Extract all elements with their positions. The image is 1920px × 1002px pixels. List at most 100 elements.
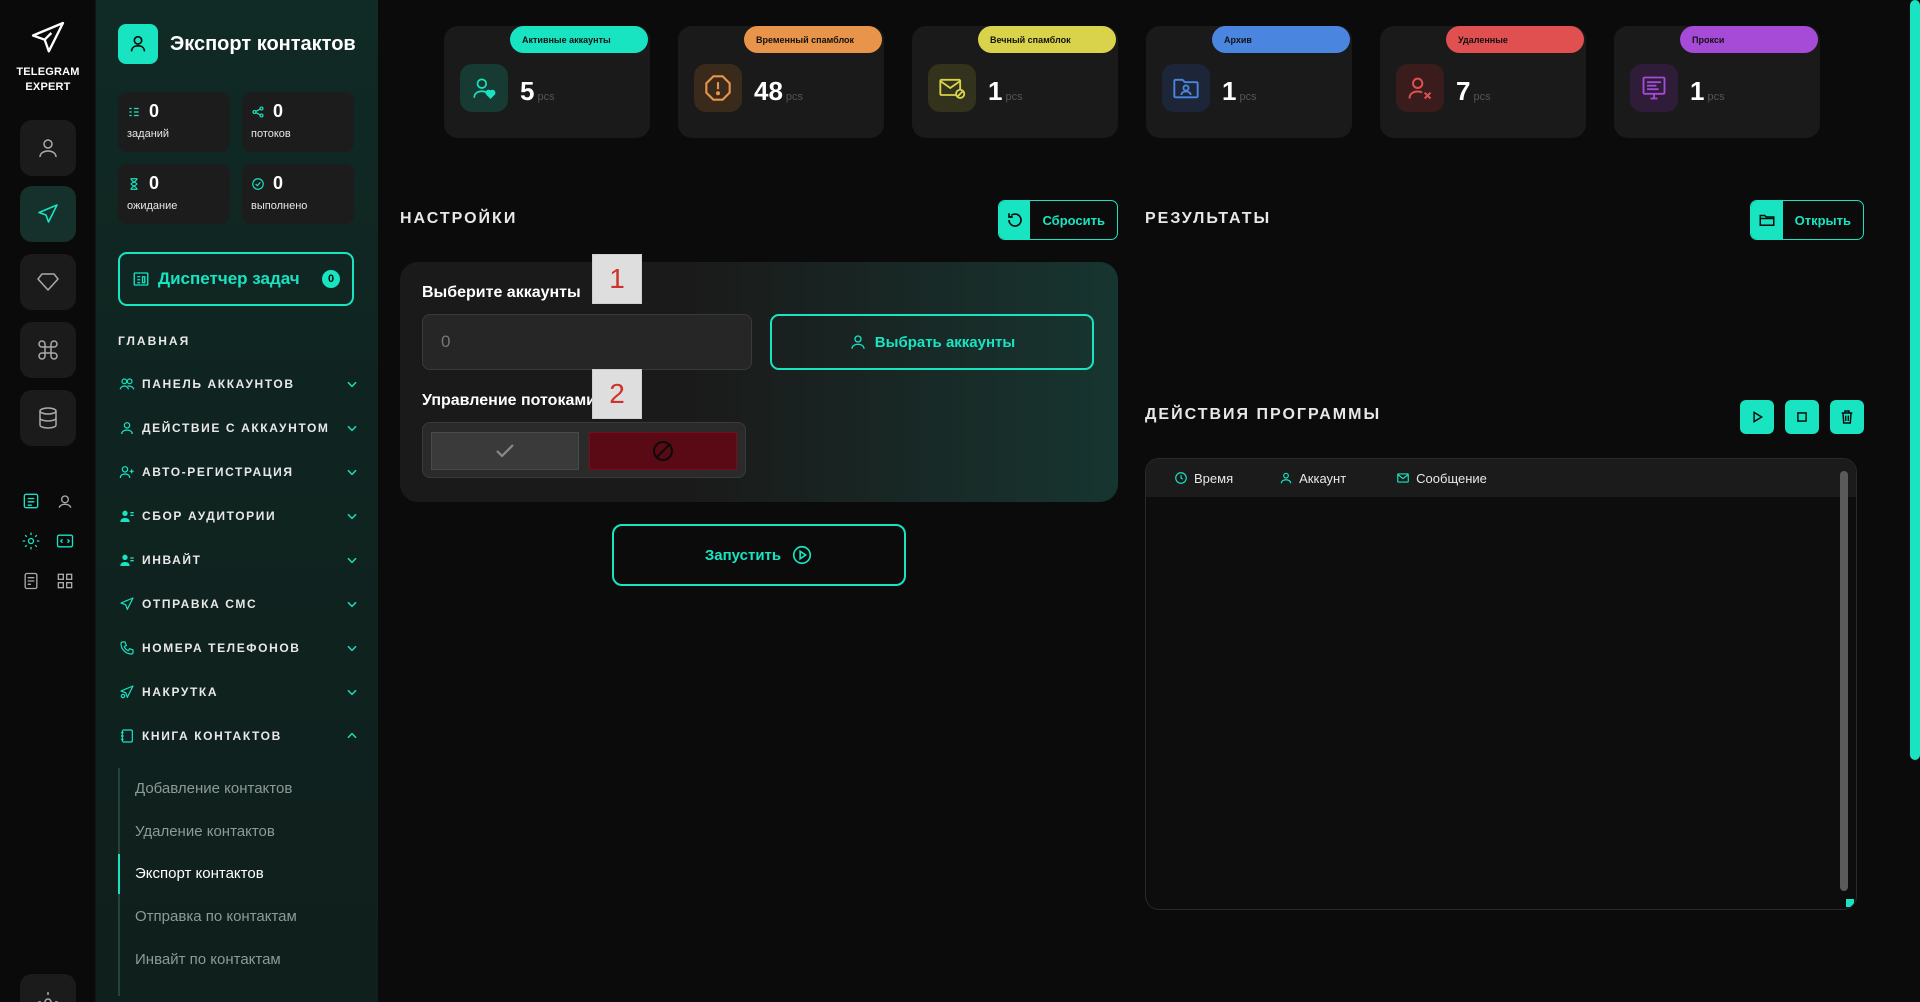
log-resize-handle[interactable] [1846, 899, 1854, 907]
submenu-item[interactable]: Удаление контактов [135, 823, 275, 840]
phone-icon [118, 639, 136, 657]
card-deleted[interactable]: Удаленные 7 pcs [1380, 26, 1586, 138]
share-icon [252, 105, 264, 118]
menu-accounts-panel[interactable]: ПАНЕЛЬ АККАУНТОВ [118, 372, 360, 396]
rail-grid-mini[interactable] [54, 570, 76, 592]
submenu-item[interactable]: Отправка по контактам [135, 908, 297, 925]
menu-invite[interactable]: ИНВАЙТ [118, 548, 360, 572]
user-icon [39, 139, 57, 158]
submenu-item-active[interactable]: Экспорт контактов [135, 865, 264, 882]
rail-accounts-button[interactable] [20, 120, 76, 176]
rail-tasks-mini[interactable] [20, 490, 42, 512]
open-results-button[interactable]: Открыть [1750, 200, 1864, 240]
card-value: 1 pcs [988, 76, 1023, 106]
stat-value: 0 [149, 101, 160, 121]
rail-database-button[interactable] [20, 390, 76, 446]
users-icon [118, 375, 136, 393]
card-permanent-spamblock[interactable]: Вечный спамблок 1 pcs [912, 26, 1118, 138]
chevron-up-icon [344, 728, 360, 744]
card-proxy[interactable]: Прокси 1 pcs [1614, 26, 1820, 138]
mail-icon [1397, 473, 1410, 483]
stat-value: 0 [273, 101, 284, 121]
diamond-icon [37, 273, 59, 291]
submenu-active-bar [118, 854, 120, 894]
app-logo[interactable]: TELEGRAM EXPERT [0, 18, 96, 95]
task-dispatcher-button[interactable]: Диспетчер задач 0 [118, 252, 354, 306]
dispatcher-badge: 0 [322, 270, 340, 288]
ban-icon [653, 441, 673, 461]
proxy-icon [1630, 64, 1678, 112]
threads-toggle [422, 422, 746, 478]
threads-enable-button[interactable] [431, 432, 579, 470]
choose-accounts-button[interactable]: Выбрать аккаунты [770, 314, 1094, 370]
stat-done: 0 выполнено [242, 164, 354, 224]
menu-label: ИНВАЙТ [142, 553, 202, 567]
card-active-accounts[interactable]: Активные аккаунты 5 pcs [444, 26, 650, 138]
log-scrollbar[interactable] [1840, 471, 1848, 891]
gear-icon [22, 532, 40, 550]
card-value: 5 pcs [520, 76, 555, 106]
invite-icon [118, 551, 136, 569]
threads-disable-button[interactable] [589, 432, 737, 470]
reset-button[interactable]: Сбросить [998, 200, 1118, 240]
chevron-down-icon [344, 420, 360, 436]
menu-boost[interactable]: НАКРУТКА [118, 680, 360, 704]
accounts-count-field[interactable]: 0 [422, 314, 752, 370]
rail-code-mini[interactable] [54, 530, 76, 552]
tasks-icon [129, 107, 139, 116]
chevron-down-icon [344, 640, 360, 656]
logo-line2: EXPERT [25, 81, 71, 93]
card-pill: Вечный спамблок [978, 26, 1116, 53]
menu-label: ПАНЕЛЬ АККАУНТОВ [142, 377, 295, 391]
submenu-item[interactable]: Инвайт по контактам [135, 951, 281, 968]
card-pill: Удаленные [1446, 26, 1584, 53]
card-value: 1 pcs [1690, 76, 1725, 106]
logo-line1: TELEGRAM [16, 66, 80, 78]
log-header: Время Аккаунт Сообщение [1146, 459, 1856, 497]
note-icon [24, 572, 38, 590]
rail-bottom-settings-button[interactable] [20, 974, 76, 1002]
card-value: 48 pcs [754, 76, 804, 106]
accounts-label: Выберите аккаунты [422, 284, 581, 301]
run-label: Запустить [704, 546, 782, 564]
menu-audience-collection[interactable]: СБОР АУДИТОРИИ [118, 504, 360, 528]
marker-1: 1 [592, 254, 642, 304]
rail-profile-mini[interactable] [54, 490, 76, 512]
submenu-item[interactable]: Добавление контактов [135, 780, 292, 797]
icon-rail: TELEGRAM EXPERT [0, 0, 96, 1002]
page-scrollbar[interactable] [1910, 0, 1920, 760]
clear-log-button[interactable] [1830, 400, 1864, 434]
rail-premium-button[interactable] [20, 254, 76, 310]
chevron-down-icon [344, 684, 360, 700]
menu-label: НОМЕРА ТЕЛЕФОНОВ [142, 641, 301, 655]
card-archive[interactable]: Архив 1 pcs [1146, 26, 1352, 138]
menu-label: НАКРУТКА [142, 685, 219, 699]
choose-accounts-label: Выбрать аккаунты [874, 333, 1016, 351]
rail-settings-mini[interactable] [20, 530, 42, 552]
trash-icon [1841, 410, 1853, 424]
menu-phone-numbers[interactable]: НОМЕРА ТЕЛЕФОНОВ [118, 636, 360, 660]
card-value: 1 pcs [1222, 76, 1257, 106]
menu-send-sms[interactable]: ОТПРАВКА СМС [118, 592, 360, 616]
threads-label: Управление потоками [422, 392, 597, 409]
section-heading: ГЛАВНАЯ [118, 334, 191, 348]
sidebar: Экспорт контактов 0 заданий 0 потоков 0 … [96, 0, 378, 1002]
log-col-account[interactable]: Аккаунт [1279, 471, 1346, 486]
card-temp-spamblock[interactable]: Временный спамблок 48 pcs [678, 26, 884, 138]
run-button[interactable]: Запустить [612, 524, 906, 586]
rail-telegram-button[interactable] [20, 186, 76, 242]
play-button[interactable] [1740, 400, 1774, 434]
menu-contact-book[interactable]: КНИГА КОНТАКТОВ [118, 724, 360, 748]
chevron-down-icon [344, 552, 360, 568]
log-col-message[interactable]: Сообщение [1396, 471, 1487, 486]
stop-button[interactable] [1785, 400, 1819, 434]
rail-notes-mini[interactable] [20, 570, 42, 592]
menu-account-action[interactable]: ДЕЙСТВИЕ С АККАУНТОМ [118, 416, 360, 440]
gear-icon [38, 992, 58, 1002]
menu-label: АВТО-РЕГИСТРАЦИЯ [142, 465, 294, 479]
rail-commands-button[interactable] [20, 322, 76, 378]
log-col-time[interactable]: Время [1174, 471, 1233, 486]
clock-icon [1175, 472, 1187, 484]
menu-auto-registration[interactable]: АВТО-РЕГИСТРАЦИЯ [118, 460, 360, 484]
play-icon [1753, 411, 1764, 423]
